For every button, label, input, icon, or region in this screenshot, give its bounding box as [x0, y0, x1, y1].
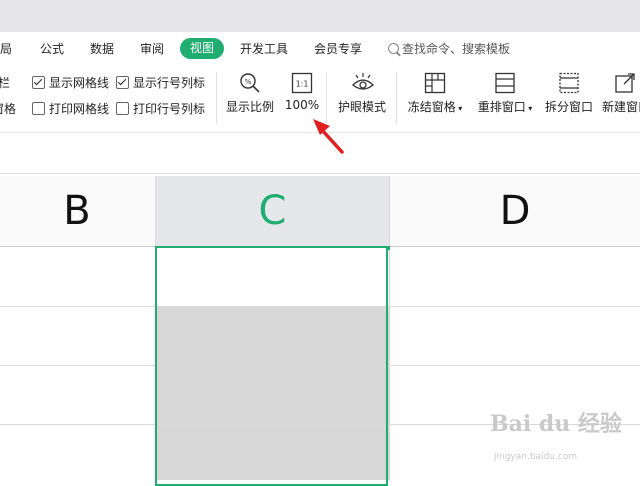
watermark-logo: Bai du 经验 — [490, 411, 622, 437]
watermark-url: jingyan.baidu.com — [494, 452, 578, 462]
